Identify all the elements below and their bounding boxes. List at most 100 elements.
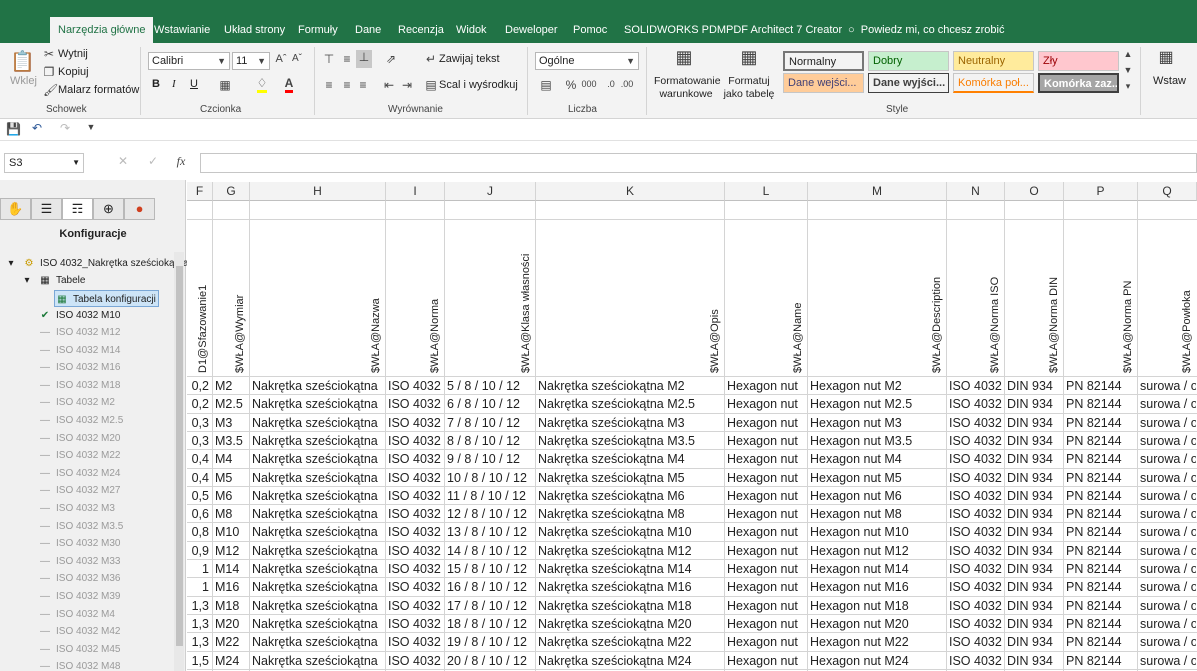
table-cell[interactable]: surowa / o [1138, 578, 1196, 596]
table-cell[interactable]: 0,6 [187, 505, 212, 523]
tree-config-item[interactable]: — ISO 4032 M16 [38, 359, 120, 376]
table-cell[interactable]: ISO 4032 [386, 560, 444, 578]
number-format-select[interactable]: Ogólne ▼ [535, 52, 639, 70]
table-cell[interactable]: 16 / 8 / 10 / 12 [445, 578, 535, 596]
column-header[interactable]: M [808, 182, 947, 201]
tab-pdf-architect[interactable]: PDF Architect 7 Creator [726, 17, 842, 43]
table-cell[interactable]: Nakrętka sześciokątna M12 [536, 542, 724, 560]
table-cell[interactable]: ISO 4032 [386, 578, 444, 596]
column-header[interactable]: H [250, 182, 386, 201]
tree-config-item[interactable]: — ISO 4032 M33 [38, 553, 120, 570]
table-cell[interactable]: ISO 4032 [386, 469, 444, 487]
table-cell[interactable]: 12 / 8 / 10 / 12 [445, 505, 535, 523]
table-cell[interactable]: ISO 4032 [386, 615, 444, 633]
table-cell[interactable]: DIN 934 [1005, 560, 1063, 578]
style-input[interactable]: Dane wejści... [783, 73, 864, 93]
table-cell[interactable]: ISO 4032 [386, 432, 444, 450]
tree-config-item[interactable]: — ISO 4032 M4 [38, 606, 115, 623]
table-cell[interactable]: surowa / o [1138, 505, 1196, 523]
table-cell[interactable]: Hexagon nut M10 [808, 523, 946, 541]
table-cell[interactable]: surowa / o [1138, 615, 1196, 633]
tab-help[interactable]: Pomoc [573, 17, 607, 43]
customize-qat-icon[interactable]: ▼ [86, 122, 96, 132]
table-cell[interactable]: PN 82144 [1064, 633, 1137, 651]
table-cell[interactable]: ISO 4032 [947, 597, 1004, 615]
tree-config-item[interactable]: — ISO 4032 M48 [38, 658, 120, 671]
save-icon[interactable]: 💾 [6, 122, 21, 136]
table-cell[interactable]: M2.5 [213, 395, 249, 413]
column-property-header[interactable]: D1@Sfazowanie1 [197, 285, 209, 373]
cut-button[interactable]: Wytnij [58, 48, 88, 60]
tree-config-item[interactable]: — ISO 4032 M18 [38, 377, 120, 394]
conditional-formatting-button[interactable]: Formatowanie warunkowe [654, 75, 721, 101]
table-cell[interactable]: ISO 4032 [947, 578, 1004, 596]
table-cell[interactable]: DIN 934 [1005, 505, 1063, 523]
tab-formulas[interactable]: Formuły [298, 17, 338, 43]
table-cell[interactable]: Hexagon nut [725, 615, 807, 633]
table-cell[interactable]: Nakrętka sześciokątna [250, 414, 385, 432]
table-cell[interactable]: Nakrętka sześciokątna [250, 652, 385, 670]
table-cell[interactable]: 1,3 [187, 597, 212, 615]
borders-icon[interactable]: ▦ [218, 78, 232, 92]
table-cell[interactable]: surowa / o [1138, 487, 1196, 505]
table-cell[interactable]: DIN 934 [1005, 469, 1063, 487]
table-cell[interactable]: ISO 4032 [947, 523, 1004, 541]
table-cell[interactable]: Nakrętka sześciokątna [250, 597, 385, 615]
table-cell[interactable]: ISO 4032 [947, 652, 1004, 670]
column-property-header[interactable]: $WŁA@Norma DIN [1048, 277, 1060, 373]
table-cell[interactable]: Nakrętka sześciokątna M22 [536, 633, 724, 651]
style-check-cell[interactable]: Komórka zaz... [1038, 73, 1119, 93]
font-name-select[interactable]: Calibri ▼ [148, 52, 230, 70]
table-cell[interactable]: 19 / 8 / 10 / 12 [445, 633, 535, 651]
table-cell[interactable]: Hexagon nut [725, 469, 807, 487]
table-cell[interactable]: ISO 4032 [386, 652, 444, 670]
table-cell[interactable]: PN 82144 [1064, 652, 1137, 670]
table-cell[interactable]: 11 / 8 / 10 / 12 [445, 487, 535, 505]
table-cell[interactable]: surowa / o [1138, 450, 1196, 468]
table-cell[interactable]: surowa / o [1138, 395, 1196, 413]
tree-config-item[interactable]: — ISO 4032 M22 [38, 447, 120, 464]
table-cell[interactable]: M12 [213, 542, 249, 560]
tab-dimxpert[interactable]: ⊕ [93, 198, 124, 220]
table-cell[interactable]: 14 / 8 / 10 / 12 [445, 542, 535, 560]
table-cell[interactable]: ISO 4032 [947, 450, 1004, 468]
format-as-table-button[interactable]: Formatuj jako tabelę [718, 75, 780, 101]
table-cell[interactable]: Nakrętka sześciokątna [250, 377, 385, 395]
table-cell[interactable]: Hexagon nut M14 [808, 560, 946, 578]
column-header[interactable]: Q [1138, 182, 1197, 201]
table-cell[interactable]: Nakrętka sześciokątna [250, 523, 385, 541]
column-header[interactable]: I [386, 182, 445, 201]
italic-button[interactable]: I [172, 78, 176, 90]
table-cell[interactable]: Hexagon nut [725, 542, 807, 560]
table-cell[interactable]: Nakrętka sześciokątna M6 [536, 487, 724, 505]
tree-config-item[interactable]: — ISO 4032 M36 [38, 570, 120, 587]
table-cell[interactable]: Nakrętka sześciokątna [250, 469, 385, 487]
table-cell[interactable]: Nakrętka sześciokątna [250, 487, 385, 505]
table-cell[interactable]: ISO 4032 [386, 487, 444, 505]
table-cell[interactable]: ISO 4032 [947, 414, 1004, 432]
tree-root[interactable]: ▾ ⚙ ISO 4032_Nakrętka sześciokątna [4, 255, 188, 272]
thousands-icon[interactable]: 000 [580, 79, 598, 89]
table-cell[interactable]: 0,9 [187, 542, 212, 560]
column-property-header[interactable]: $WŁA@Opis [709, 309, 721, 373]
tree-config-item[interactable]: — ISO 4032 M3.5 [38, 518, 123, 535]
tell-me-box[interactable]: ○ Powiedz mi, co chcesz zrobić [848, 17, 1004, 43]
table-cell[interactable]: 5 / 8 / 10 / 12 [445, 377, 535, 395]
table-cell[interactable]: Hexagon nut M20 [808, 615, 946, 633]
table-cell[interactable]: DIN 934 [1005, 542, 1063, 560]
table-cell[interactable]: DIN 934 [1005, 377, 1063, 395]
table-cell[interactable]: M16 [213, 578, 249, 596]
table-cell[interactable]: surowa / o [1138, 523, 1196, 541]
table-cell[interactable]: DIN 934 [1005, 414, 1063, 432]
tab-display-manager[interactable]: ● [124, 198, 155, 220]
column-property-header[interactable]: $WŁA@Norma PN [1122, 281, 1134, 373]
table-cell[interactable]: Nakrętka sześciokątna [250, 505, 385, 523]
column-property-header[interactable]: $WŁA@Powłoka [1181, 290, 1193, 373]
table-cell[interactable]: Nakrętka sześciokątna [250, 560, 385, 578]
table-cell[interactable]: Hexagon nut [725, 505, 807, 523]
column-header[interactable]: O [1005, 182, 1064, 201]
table-cell[interactable]: Hexagon nut M22 [808, 633, 946, 651]
table-cell[interactable]: PN 82144 [1064, 377, 1137, 395]
table-cell[interactable]: 0,3 [187, 432, 212, 450]
tree-config-active[interactable]: ✔ ISO 4032 M10 [38, 307, 121, 324]
